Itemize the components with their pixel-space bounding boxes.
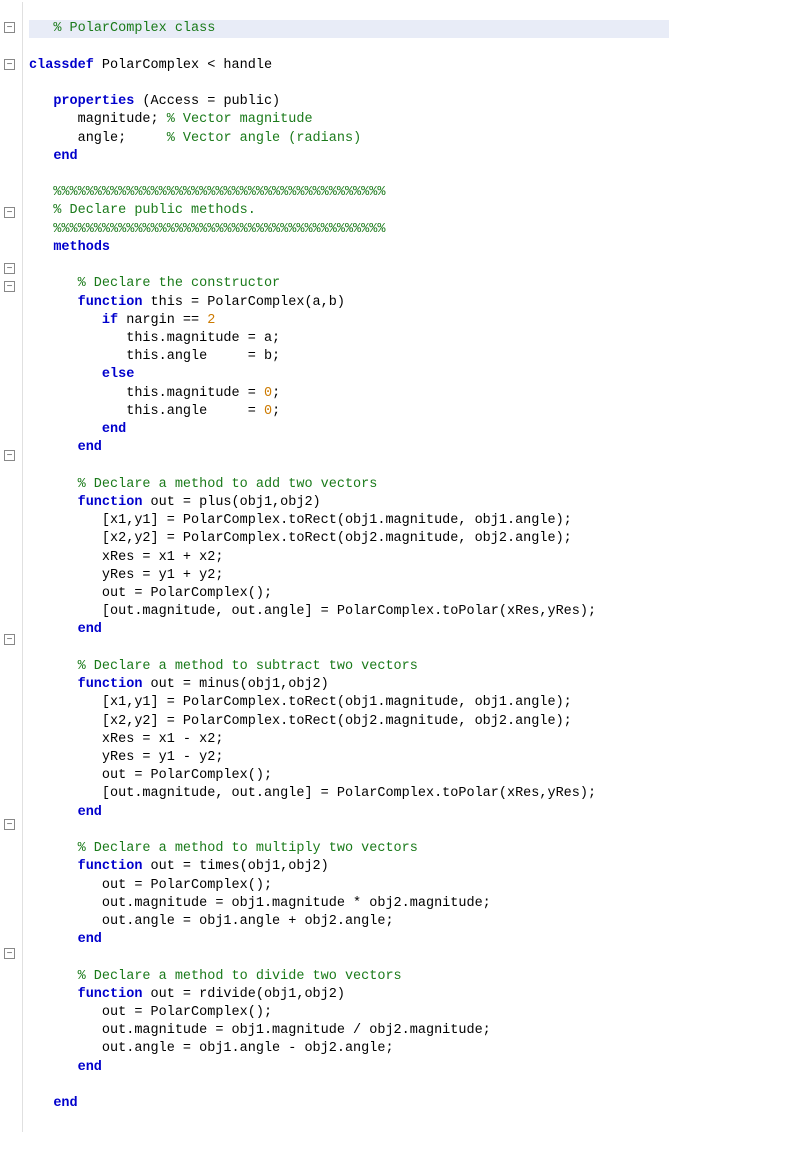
code-line: function out = plus(obj1,obj2): [29, 495, 321, 510]
fold-icon[interactable]: −: [4, 263, 15, 274]
code-line: function this = PolarComplex(a,b): [29, 295, 345, 310]
code-line: out = PolarComplex();: [29, 768, 272, 783]
code-line: [29, 167, 37, 182]
code-line: [29, 258, 37, 273]
code-line: function out = minus(obj1,obj2): [29, 677, 329, 692]
code-line: out.magnitude = obj1.magnitude * obj2.ma…: [29, 896, 491, 911]
fold-icon[interactable]: −: [4, 59, 15, 70]
code-line: out = PolarComplex();: [29, 586, 272, 601]
fold-gutter: − − − − − − − − −: [0, 2, 23, 1132]
code-line: out.angle = obj1.angle + obj2.angle;: [29, 914, 394, 929]
code-line: end: [29, 1060, 102, 1075]
code-line: methods: [29, 240, 110, 255]
code-line: % PolarComplex class: [29, 20, 669, 38]
code-line: if nargin == 2: [29, 313, 215, 328]
code-line: [x2,y2] = PolarComplex.toRect(obj2.magni…: [29, 531, 572, 546]
code-line: % Declare a method to add two vectors: [29, 477, 377, 492]
code-line: end: [29, 805, 102, 820]
fold-icon[interactable]: −: [4, 281, 15, 292]
code-line: end: [29, 149, 78, 164]
code-line: [29, 950, 37, 965]
code-line: % Declare a method to multiply two vecto…: [29, 841, 418, 856]
code-line: function out = rdivide(obj1,obj2): [29, 987, 345, 1002]
code-line: out = PolarComplex();: [29, 1005, 272, 1020]
code-area[interactable]: % PolarComplex class classdef PolarCompl…: [23, 2, 788, 1132]
fold-icon[interactable]: −: [4, 819, 15, 830]
code-line: [29, 458, 37, 473]
code-line: [x1,y1] = PolarComplex.toRect(obj1.magni…: [29, 513, 572, 528]
code-line: yRes = y1 - y2;: [29, 750, 223, 765]
editor: − − − − − − − − − % PolarComplex class c…: [0, 0, 788, 1152]
code-line: [29, 641, 37, 656]
fold-icon[interactable]: −: [4, 22, 15, 33]
fold-icon[interactable]: −: [4, 634, 15, 645]
code-line: % Declare a method to divide two vectors: [29, 969, 402, 984]
fold-icon[interactable]: −: [4, 450, 15, 461]
code-line: end: [29, 422, 126, 437]
code-line: end: [29, 440, 102, 455]
code-line: [29, 1078, 37, 1093]
code-line: function out = times(obj1,obj2): [29, 859, 329, 874]
code-line: classdef PolarComplex < handle: [29, 58, 272, 73]
code-line: this.magnitude = a;: [29, 331, 280, 346]
code-line: % Declare a method to subtract two vecto…: [29, 659, 418, 674]
code-line: % Declare the constructor: [29, 276, 280, 291]
code-line: [x2,y2] = PolarComplex.toRect(obj2.magni…: [29, 714, 572, 729]
code-line: this.angle = 0;: [29, 404, 280, 419]
code-line: out = PolarComplex();: [29, 878, 272, 893]
code-line: this.magnitude = 0;: [29, 386, 280, 401]
code-line: yRes = y1 + y2;: [29, 568, 223, 583]
code-line: magnitude; % Vector magnitude: [29, 112, 313, 127]
code-line: [out.magnitude, out.angle] = PolarComple…: [29, 604, 596, 619]
code-line: [out.magnitude, out.angle] = PolarComple…: [29, 786, 596, 801]
code-line: properties (Access = public): [29, 94, 280, 109]
code-line: [29, 76, 37, 91]
fold-icon[interactable]: −: [4, 207, 15, 218]
code-line: [29, 823, 37, 838]
code-line: out.angle = obj1.angle - obj2.angle;: [29, 1041, 394, 1056]
code-line: [x1,y1] = PolarComplex.toRect(obj1.magni…: [29, 695, 572, 710]
code-line: this.angle = b;: [29, 349, 280, 364]
code-line: %%%%%%%%%%%%%%%%%%%%%%%%%%%%%%%%%%%%%%%%…: [29, 222, 385, 237]
code-line: % Declare public methods.: [29, 203, 256, 218]
code-line: xRes = x1 + x2;: [29, 550, 223, 565]
code-line: end: [29, 932, 102, 947]
code-line: end: [29, 622, 102, 637]
code-line: out.magnitude = obj1.magnitude / obj2.ma…: [29, 1023, 491, 1038]
code-line: %%%%%%%%%%%%%%%%%%%%%%%%%%%%%%%%%%%%%%%%…: [29, 185, 385, 200]
code-line: angle; % Vector angle (radians): [29, 131, 361, 146]
code-line: end: [29, 1096, 78, 1111]
fold-icon[interactable]: −: [4, 948, 15, 959]
code-line: xRes = x1 - x2;: [29, 732, 223, 747]
code-line: else: [29, 367, 134, 382]
